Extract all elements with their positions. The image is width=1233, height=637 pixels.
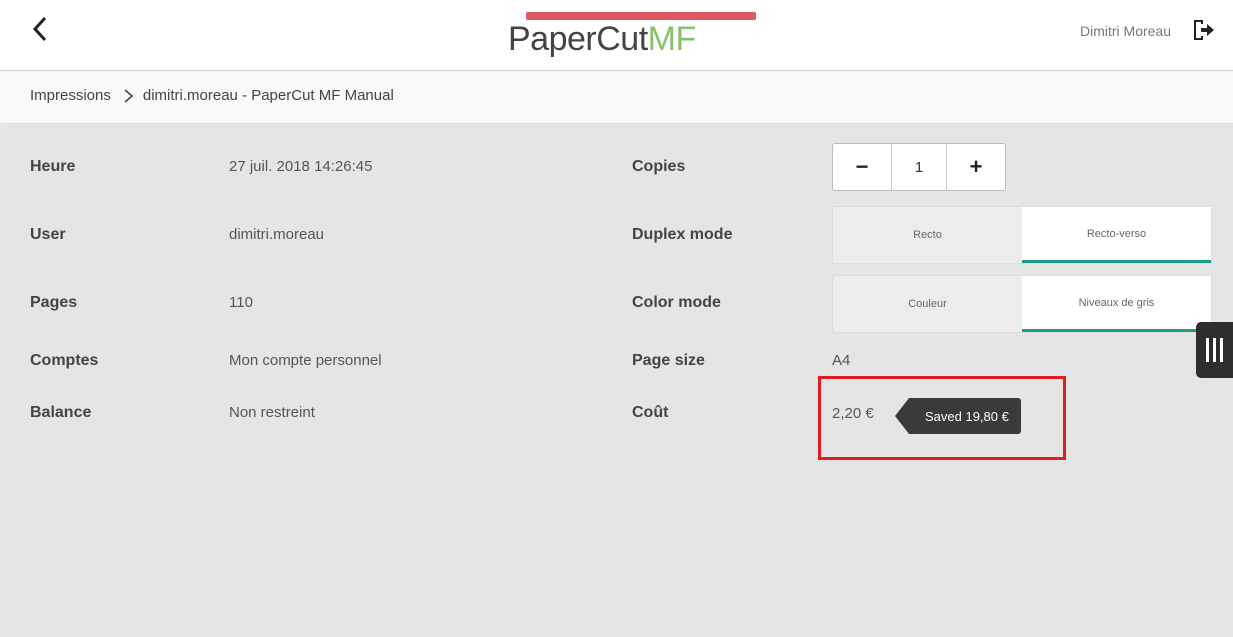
comptes-label: Comptes <box>30 352 99 369</box>
chevron-right-icon <box>124 88 134 103</box>
duplex-option-recto-verso[interactable]: Recto-verso <box>1022 207 1211 263</box>
heure-value: 27 juil. 2018 14:26:45 <box>229 158 373 175</box>
logo-bar <box>526 12 756 20</box>
copies-decrement-button[interactable]: − <box>833 144 892 190</box>
logout-button[interactable] <box>1191 18 1215 42</box>
duplex-label: Duplex mode <box>632 226 733 243</box>
copies-stepper: − 1 + <box>832 143 1006 191</box>
logo-text-main: PaperCut <box>508 20 648 58</box>
breadcrumb-root[interactable]: Impressions <box>30 87 111 104</box>
balance-value: Non restreint <box>229 404 315 421</box>
comptes-value: Mon compte personnel <box>229 352 382 369</box>
pages-label: Pages <box>30 294 78 311</box>
breadcrumb-current: dimitri.moreau - PaperCut MF Manual <box>142 87 394 104</box>
color-option-niveaux-de-gris[interactable]: Niveaux de gris <box>1022 276 1211 332</box>
username: Dimitri Moreau <box>1079 23 1171 39</box>
cost-label: Coût <box>632 404 669 421</box>
page-size-value: A4 <box>832 352 851 369</box>
color-mode-toggle: Couleur Niveaux de gris <box>832 275 1212 333</box>
app-header: PaperCutMF Dimitri Moreau <box>0 0 1233 71</box>
page-size-label: Page size <box>632 352 705 369</box>
cost-highlight-box <box>818 376 1066 460</box>
user-value: dimitri.moreau <box>229 226 325 243</box>
chevron-left-icon <box>32 16 47 42</box>
breadcrumb-bar: Impressions dimitri.moreau - PaperCut MF… <box>0 71 1233 124</box>
logout-icon <box>1194 20 1214 40</box>
duplex-toggle: Recto Recto-verso <box>832 206 1212 264</box>
copies-value[interactable]: 1 <box>892 144 946 190</box>
pages-value: 110 <box>229 294 253 311</box>
copies-increment-button[interactable]: + <box>946 144 1005 190</box>
user-label: User <box>30 226 66 243</box>
logo-text-mf: MF <box>647 20 697 58</box>
heure-label: Heure <box>30 158 76 175</box>
breadcrumb: Impressions dimitri.moreau - PaperCut MF… <box>30 87 394 104</box>
back-button[interactable] <box>30 14 50 50</box>
color-option-couleur[interactable]: Couleur <box>833 276 1022 332</box>
duplex-option-recto[interactable]: Recto <box>833 207 1022 263</box>
menu-bars-icon <box>1206 338 1223 362</box>
side-panel-handle[interactable] <box>1196 322 1233 378</box>
balance-label: Balance <box>30 404 92 421</box>
copies-label: Copies <box>632 158 686 175</box>
color-mode-label: Color mode <box>632 294 721 311</box>
